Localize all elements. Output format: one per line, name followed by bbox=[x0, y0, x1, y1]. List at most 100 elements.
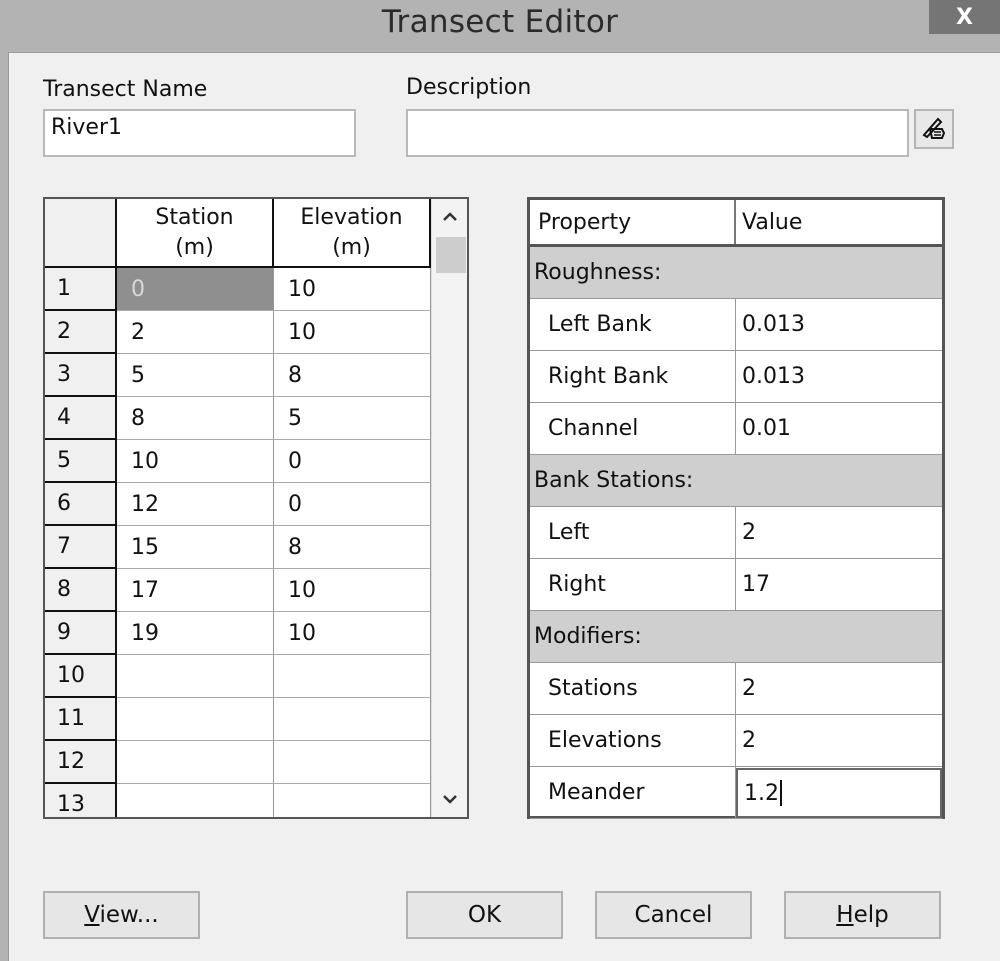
property-row[interactable]: Right Bank 0.013 bbox=[530, 351, 942, 403]
row-number-header[interactable]: 4 bbox=[45, 397, 117, 440]
view-button-label: View... bbox=[84, 902, 158, 928]
elevation-cell[interactable] bbox=[274, 655, 431, 698]
elevation-cell[interactable]: 0 bbox=[274, 483, 431, 526]
property-section-row: Roughness: bbox=[530, 247, 942, 299]
transect-name-input[interactable]: River1 bbox=[43, 109, 356, 157]
window-title: Transect Editor bbox=[381, 4, 619, 40]
scroll-thumb[interactable] bbox=[436, 237, 466, 273]
property-value-input[interactable]: 1.2 bbox=[736, 768, 942, 818]
row-number-header[interactable]: 5 bbox=[45, 440, 117, 483]
section-label: Roughness: bbox=[534, 260, 662, 285]
elevation-cell[interactable]: 8 bbox=[274, 354, 431, 397]
close-button[interactable]: X bbox=[929, 0, 1000, 34]
column-header-station-title: Station bbox=[155, 204, 234, 230]
station-cell[interactable]: 19 bbox=[117, 612, 274, 655]
title-bar: Transect Editor X bbox=[0, 0, 1000, 50]
property-row[interactable]: Channel 0.01 bbox=[530, 403, 942, 455]
property-section-row: Bank Stations: bbox=[530, 455, 942, 507]
property-row[interactable]: Elevations 2 bbox=[530, 715, 942, 767]
elevation-cell[interactable]: 10 bbox=[274, 569, 431, 612]
row-number-header[interactable]: 3 bbox=[45, 354, 117, 397]
cancel-button[interactable]: Cancel bbox=[595, 891, 752, 939]
property-value[interactable]: 2 bbox=[736, 715, 942, 766]
property-value[interactable]: 2 bbox=[736, 663, 942, 714]
property-value[interactable]: 0.013 bbox=[736, 351, 942, 402]
scroll-down-button[interactable] bbox=[432, 781, 467, 817]
elevation-cell[interactable]: 10 bbox=[274, 268, 431, 311]
grid-vertical-scrollbar[interactable] bbox=[431, 199, 467, 817]
station-cell[interactable]: 12 bbox=[117, 483, 274, 526]
column-header-elevation-title: Elevation bbox=[300, 204, 403, 230]
station-cell[interactable]: 0 bbox=[117, 268, 274, 311]
station-cell[interactable]: 8 bbox=[117, 397, 274, 440]
row-number-header[interactable]: 1 bbox=[45, 268, 117, 311]
property-value[interactable]: 0.013 bbox=[736, 299, 942, 350]
elevation-cell[interactable]: 0 bbox=[274, 440, 431, 483]
elevation-cell[interactable]: 5 bbox=[274, 397, 431, 440]
scroll-up-button[interactable] bbox=[432, 199, 467, 235]
elevation-cell[interactable] bbox=[274, 698, 431, 741]
view-accelerator: V bbox=[84, 902, 100, 928]
property-row[interactable]: Meander 1.2 bbox=[530, 767, 942, 819]
property-value[interactable]: 17 bbox=[736, 559, 942, 610]
property-section-row: Modifiers: bbox=[530, 611, 942, 663]
elevation-cell[interactable]: 8 bbox=[274, 526, 431, 569]
help-button[interactable]: Help bbox=[784, 891, 941, 939]
property-value-text: 2 bbox=[742, 728, 756, 753]
station-cell[interactable]: 15 bbox=[117, 526, 274, 569]
property-row[interactable]: Left Bank 0.013 bbox=[530, 299, 942, 351]
property-row[interactable]: Left 2 bbox=[530, 507, 942, 559]
grid-row: 10 bbox=[45, 655, 431, 698]
property-value-text: 2 bbox=[742, 520, 756, 545]
section-label: Bank Stations: bbox=[534, 468, 694, 493]
property-value[interactable]: 2 bbox=[736, 507, 942, 558]
property-value-text: 0.01 bbox=[742, 416, 791, 441]
row-number-header[interactable]: 2 bbox=[45, 311, 117, 354]
row-number-header[interactable]: 13 bbox=[45, 784, 117, 817]
text-caret bbox=[780, 780, 782, 806]
station-cell[interactable]: 5 bbox=[117, 354, 274, 397]
row-number-header[interactable]: 10 bbox=[45, 655, 117, 698]
property-value bbox=[736, 247, 942, 298]
elevation-cell[interactable] bbox=[274, 784, 431, 817]
row-number-header[interactable]: 9 bbox=[45, 612, 117, 655]
grid-corner-cell bbox=[45, 199, 117, 268]
station-cell[interactable] bbox=[117, 784, 274, 817]
row-number-header[interactable]: 8 bbox=[45, 569, 117, 612]
ok-button[interactable]: OK bbox=[406, 891, 563, 939]
elevation-cell[interactable] bbox=[274, 741, 431, 784]
property-row[interactable]: Right 17 bbox=[530, 559, 942, 611]
property-name: Left Bank bbox=[530, 299, 736, 350]
property-row[interactable]: Stations 2 bbox=[530, 663, 942, 715]
view-button[interactable]: View... bbox=[43, 891, 200, 939]
row-number-header[interactable]: 11 bbox=[45, 698, 117, 741]
property-column-header[interactable]: Property bbox=[530, 200, 736, 244]
property-name: Right Bank bbox=[530, 351, 736, 402]
property-grid-rows: Roughness: Left Bank 0.013 Right Bank 0.013 C… bbox=[530, 247, 942, 819]
station-cell[interactable] bbox=[117, 698, 274, 741]
grid-row: 11 bbox=[45, 698, 431, 741]
value-column-header[interactable]: Value bbox=[736, 200, 942, 244]
station-cell[interactable]: 10 bbox=[117, 440, 274, 483]
station-cell[interactable] bbox=[117, 741, 274, 784]
hand-pencil-icon bbox=[920, 113, 948, 145]
elevation-cell[interactable]: 10 bbox=[274, 612, 431, 655]
grid-row: 8 17 10 bbox=[45, 569, 431, 612]
station-cell[interactable]: 2 bbox=[117, 311, 274, 354]
grid-row: 13 bbox=[45, 784, 431, 817]
property-value-text: 1.2 bbox=[744, 780, 779, 806]
station-cell[interactable] bbox=[117, 655, 274, 698]
description-input[interactable] bbox=[406, 109, 909, 157]
edit-description-button[interactable] bbox=[914, 109, 954, 149]
property-value[interactable]: 0.01 bbox=[736, 403, 942, 454]
property-name: Left bbox=[530, 507, 736, 558]
column-header-station[interactable]: Station (m) bbox=[117, 199, 274, 268]
row-number-header[interactable]: 7 bbox=[45, 526, 117, 569]
column-header-elevation[interactable]: Elevation (m) bbox=[274, 199, 431, 268]
row-number-header[interactable]: 12 bbox=[45, 741, 117, 784]
row-number-header[interactable]: 6 bbox=[45, 483, 117, 526]
station-cell[interactable]: 17 bbox=[117, 569, 274, 612]
property-value-text: 2 bbox=[742, 676, 756, 701]
grid-row: 358 bbox=[45, 354, 431, 397]
elevation-cell[interactable]: 10 bbox=[274, 311, 431, 354]
